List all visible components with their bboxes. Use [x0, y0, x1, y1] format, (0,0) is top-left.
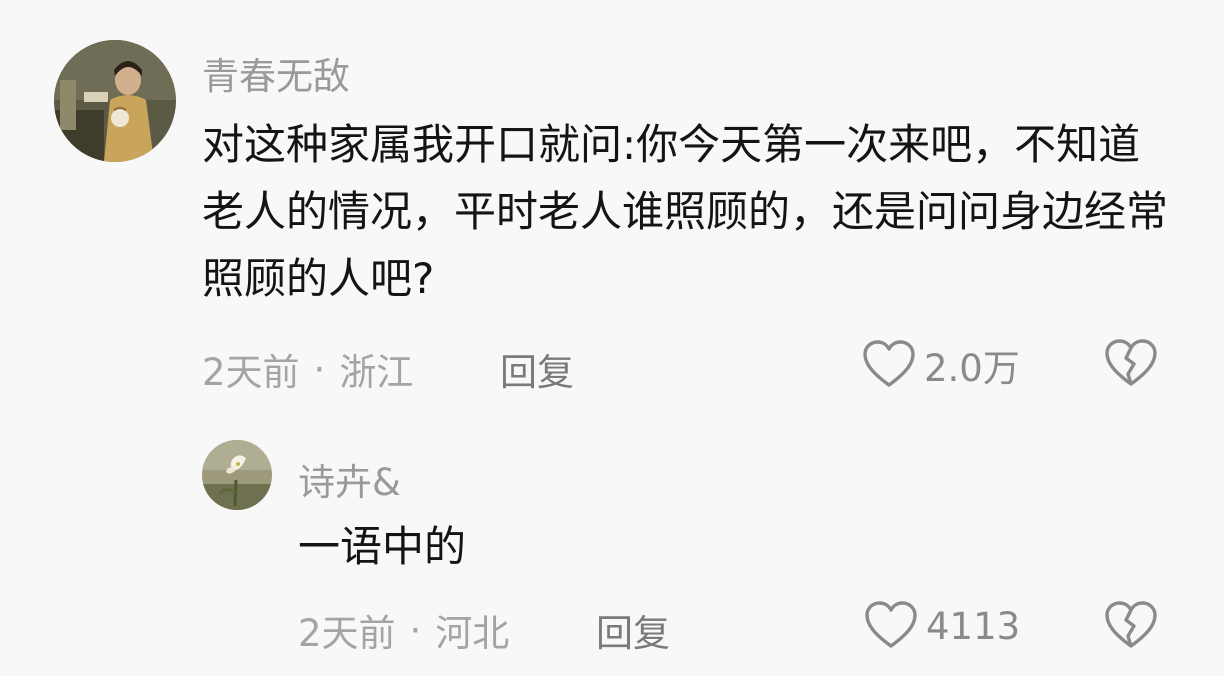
comment-text: 一语中的 [298, 522, 467, 571]
broken-heart-icon [1105, 339, 1157, 386]
dislike-button[interactable] [1104, 338, 1158, 390]
reply-button[interactable]: 回复 [596, 603, 670, 657]
avatar[interactable] [54, 40, 176, 162]
timestamp: 2天前 [202, 351, 300, 394]
comment-meta: 2天前 · 河北 [298, 603, 509, 657]
meta-separator: · [409, 608, 422, 652]
timestamp: 2天前 [298, 612, 396, 655]
dislike-button[interactable] [1104, 600, 1158, 652]
woman-in-qipao-icon [54, 40, 176, 162]
username[interactable]: 青春无敌 [202, 46, 350, 100]
like-button[interactable]: 4113 [864, 600, 1020, 652]
comment-meta: 2天前 · 浙江 [202, 342, 413, 396]
lily-flower-icon [202, 440, 272, 510]
avatar[interactable] [202, 440, 272, 510]
location: 浙江 [339, 351, 414, 394]
broken-heart-icon [1105, 601, 1157, 648]
location: 河北 [435, 612, 510, 655]
like-button[interactable]: 2.0万 [862, 338, 1020, 392]
comment-text: 对这种家属我开口就问:你今天第一次来吧，不知道老人的情况，平时老人谁照顾的，还是… [202, 120, 1169, 303]
heart-outline-icon [862, 339, 916, 391]
like-count: 4113 [926, 604, 1021, 648]
heart-outline-icon [864, 600, 918, 652]
meta-separator: · [313, 347, 326, 391]
comment-item: 青春无敌 对这种家属我开口就问:你今天第一次来吧，不知道老人的情况，平时老人谁照… [0, 0, 1224, 420]
like-count: 2.0万 [924, 347, 1020, 390]
reply-button[interactable]: 回复 [500, 342, 574, 396]
comment-list: 青春无敌 对这种家属我开口就问:你今天第一次来吧，不知道老人的情况，平时老人谁照… [0, 0, 1224, 676]
username[interactable]: 诗卉& [298, 452, 401, 506]
reply-item: 诗卉& 一语中的 2天前 · 河北 回复 4113 [0, 420, 1224, 676]
